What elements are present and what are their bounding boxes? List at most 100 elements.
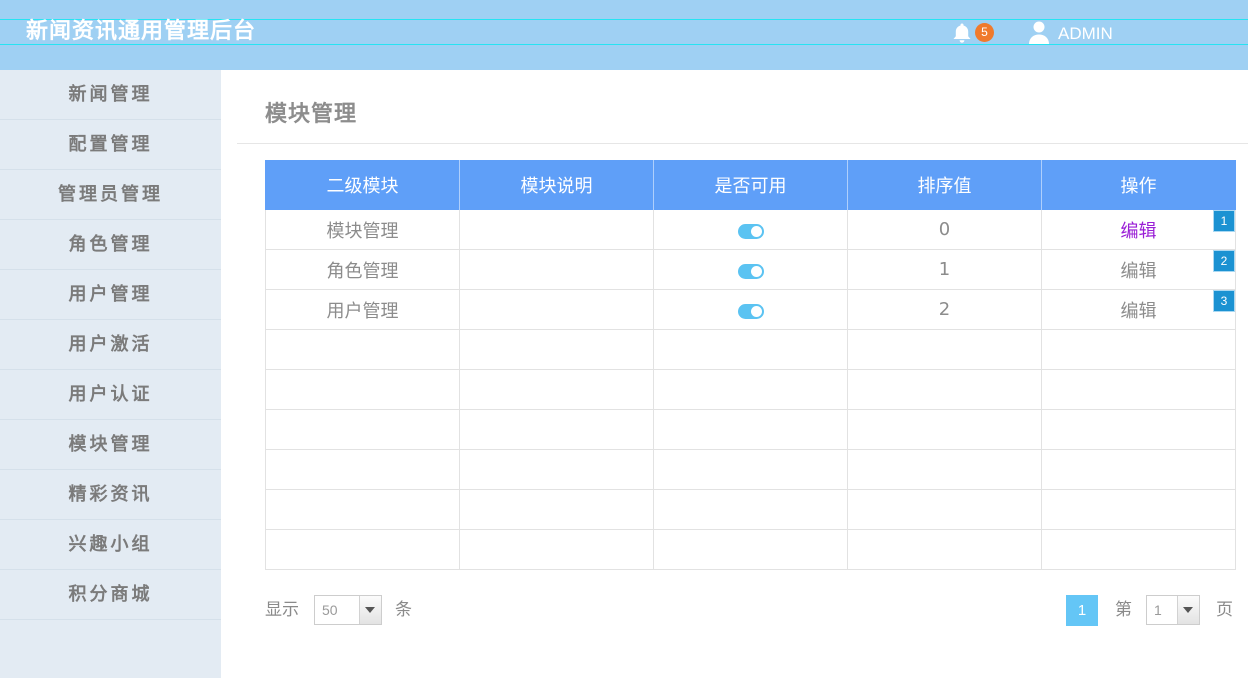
enabled-toggle[interactable] [737,264,764,279]
row-marker: 2 [1213,250,1235,272]
sidebar-item-modules[interactable]: 模块管理 [0,420,221,470]
cell-module: 模块管理 [265,210,459,250]
enabled-toggle[interactable] [737,304,764,319]
cell-description [459,290,653,330]
sidebar-item-admins[interactable]: 管理员管理 [0,170,221,220]
dropdown-arrow [1177,596,1199,624]
table-cell-empty [653,410,847,450]
table-cell-empty [1041,530,1236,570]
table-row-empty [265,410,1236,450]
table-cell-empty [265,370,459,410]
sidebar-item-user-verification[interactable]: 用户认证 [0,370,221,420]
column-header-sort: 排序值 [847,160,1041,210]
toggle-knob [750,306,762,317]
table-row: 模块管理 0 编辑 [265,210,1236,250]
bell-icon [952,22,972,44]
table-cell-empty [847,450,1041,490]
page-jump-suffix: 页 [1216,600,1233,620]
column-header-module: 二级模块 [265,160,459,210]
cell-module: 角色管理 [265,250,459,290]
dropdown-arrow [359,596,381,624]
column-header-actions: 操作 [1041,160,1236,210]
sidebar-item-interest-groups[interactable]: 兴趣小组 [0,520,221,570]
table-cell-empty [653,530,847,570]
table-row: 角色管理 1 编辑 [265,250,1236,290]
sidebar-item-config[interactable]: 配置管理 [0,120,221,170]
table-cell-empty [459,530,653,570]
toggle-knob [750,226,762,237]
title-divider [237,143,1248,144]
table-cell-empty [459,490,653,530]
sidebar-item-featured-news[interactable]: 精彩资讯 [0,470,221,520]
table-row-empty [265,530,1236,570]
sidebar-item-users[interactable]: 用户管理 [0,270,221,320]
user-icon [1028,21,1050,44]
page-size-value: 50 [322,602,338,618]
page-jump-prefix: 第 [1115,600,1132,620]
table-cell-empty [847,530,1041,570]
column-header-enabled: 是否可用 [653,160,847,210]
cell-actions: 编辑 [1041,290,1236,330]
table-cell-empty [265,330,459,370]
row-marker: 1 [1213,210,1235,232]
sidebar-item-user-activation[interactable]: 用户激活 [0,320,221,370]
table-row-empty [265,450,1236,490]
edit-link[interactable]: 编辑 [1121,257,1157,283]
cell-enabled [653,250,847,290]
cell-actions: 编辑 [1041,210,1236,250]
table-row: 用户管理 2 编辑 [265,290,1236,330]
table-cell-empty [1041,450,1236,490]
table-cell-empty [847,330,1041,370]
page-button-current[interactable]: 1 [1066,595,1098,626]
edit-link[interactable]: 编辑 [1121,297,1157,323]
table-cell-empty [653,450,847,490]
user-name: ADMIN [1058,24,1113,43]
user-menu[interactable]: ADMIN [1028,21,1120,45]
toggle-knob [750,266,762,277]
cell-module: 用户管理 [265,290,459,330]
app-title: 新闻资讯通用管理后台 [26,19,257,44]
table-cell-empty [1041,410,1236,450]
table-cell-empty [265,410,459,450]
page-jump-value: 1 [1154,602,1162,618]
cell-enabled [653,210,847,250]
page-size-select[interactable]: 50 [314,595,382,625]
table-cell-empty [653,370,847,410]
notification-count-badge: 5 [975,23,994,42]
top-header: 新闻资讯通用管理后台 5 ADMIN [0,0,1248,70]
cell-actions: 编辑 [1041,250,1236,290]
table-cell-empty [847,490,1041,530]
page-size-label: 显示 [265,600,299,620]
table-header-row: 二级模块 模块说明 是否可用 排序值 操作 [265,160,1236,210]
table-row-empty [265,330,1236,370]
table-cell-empty [1041,330,1236,370]
sidebar-item-points-mall[interactable]: 积分商城 [0,570,221,620]
enabled-toggle[interactable] [737,224,764,239]
sidebar-item-roles[interactable]: 角色管理 [0,220,221,270]
cell-enabled [653,290,847,330]
module-table: 二级模块 模块说明 是否可用 排序值 操作 模块管理 0 编辑 角色管理 1 编… [265,160,1236,570]
table-cell-empty [847,410,1041,450]
table-cell-empty [459,410,653,450]
edit-link[interactable]: 编辑 [1121,217,1157,243]
table-cell-empty [1041,370,1236,410]
cell-sort: 0 [847,210,1041,250]
page-title: 模块管理 [265,102,358,127]
table-cell-empty [459,370,653,410]
caret-down-icon [1183,607,1193,613]
page-jump-select[interactable]: 1 [1146,595,1200,625]
table-cell-empty [1041,490,1236,530]
table-cell-empty [653,330,847,370]
notifications-button[interactable] [952,22,974,44]
cell-sort: 1 [847,250,1041,290]
sidebar-item-news[interactable]: 新闻管理 [0,70,221,120]
table-cell-empty [847,370,1041,410]
column-header-description: 模块说明 [459,160,653,210]
table-cell-empty [459,450,653,490]
table-row-empty [265,370,1236,410]
table-row-empty [265,490,1236,530]
cell-sort: 2 [847,290,1041,330]
table-cell-empty [265,450,459,490]
table-cell-empty [265,530,459,570]
table-cell-empty [653,490,847,530]
